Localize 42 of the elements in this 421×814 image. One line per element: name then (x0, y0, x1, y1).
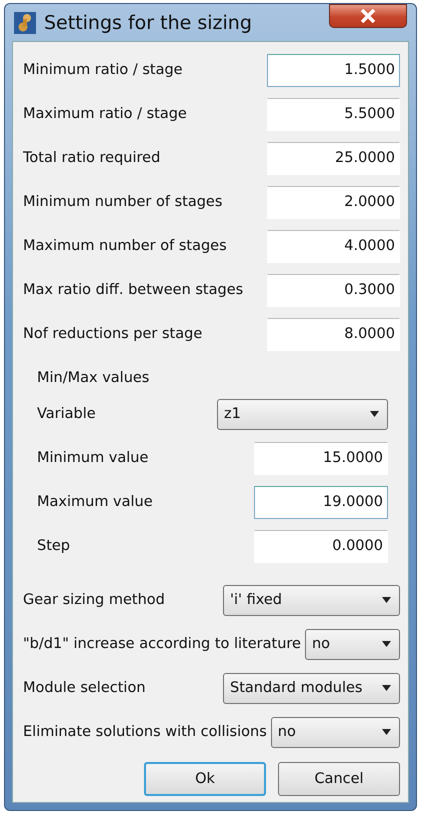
number-field[interactable]: 2.0000 (267, 186, 400, 218)
variable-dropdown[interactable]: z1 (217, 398, 388, 430)
option-label: Module selection (23, 680, 147, 696)
option-dropdown[interactable]: no (270, 716, 400, 748)
dialog-button[interactable]: Ok (144, 762, 266, 796)
parameter-label: Total ratio required (23, 150, 160, 166)
parameter-label: Nof reductions per stage (23, 326, 202, 342)
option-dropdown[interactable]: Standard modules (223, 672, 400, 704)
option-label: "b/d1" increase according to literature (23, 636, 301, 652)
dialog-button[interactable]: Cancel (278, 762, 400, 796)
caret-icon (382, 729, 391, 735)
window-title: Settings for the sizing (44, 12, 253, 34)
value-label: Step (37, 538, 70, 554)
value-label: Maximum value (37, 494, 153, 510)
parameter-label: Maximum number of stages (23, 238, 227, 254)
variable-label: Variable (37, 406, 97, 422)
number-field[interactable]: 1.5000 (267, 54, 400, 86)
option-label: Gear sizing method (23, 592, 166, 608)
caret-icon (382, 685, 391, 691)
parameter-label: Max ratio diff. between stages (23, 282, 244, 298)
group-title: Min/Max values (36, 369, 150, 388)
number-field[interactable]: 5.5000 (267, 98, 400, 130)
gear-app-icon (14, 12, 36, 34)
caret-icon (382, 641, 391, 647)
number-field[interactable]: 8.0000 (267, 318, 400, 350)
close-icon (360, 8, 376, 22)
number-field[interactable]: 19.0000 (254, 486, 388, 518)
number-field[interactable]: 25.0000 (267, 142, 400, 174)
caret-icon (382, 597, 391, 603)
number-field[interactable]: 0.0000 (254, 530, 388, 562)
number-field[interactable]: 15.0000 (254, 442, 388, 474)
option-dropdown[interactable]: no (304, 628, 400, 660)
option-label: Eliminate solutions with collisions (23, 724, 267, 740)
parameter-label: Minimum number of stages (23, 194, 222, 210)
number-field[interactable]: 0.3000 (267, 274, 400, 306)
parameter-label: Maximum ratio / stage (23, 106, 187, 122)
value-label: Minimum value (37, 450, 148, 466)
parameter-label: Minimum ratio / stage (23, 62, 183, 78)
close-button[interactable] (329, 4, 407, 28)
option-dropdown[interactable]: 'i' fixed (223, 584, 400, 616)
caret-icon (370, 411, 379, 417)
number-field[interactable]: 4.0000 (267, 230, 400, 262)
